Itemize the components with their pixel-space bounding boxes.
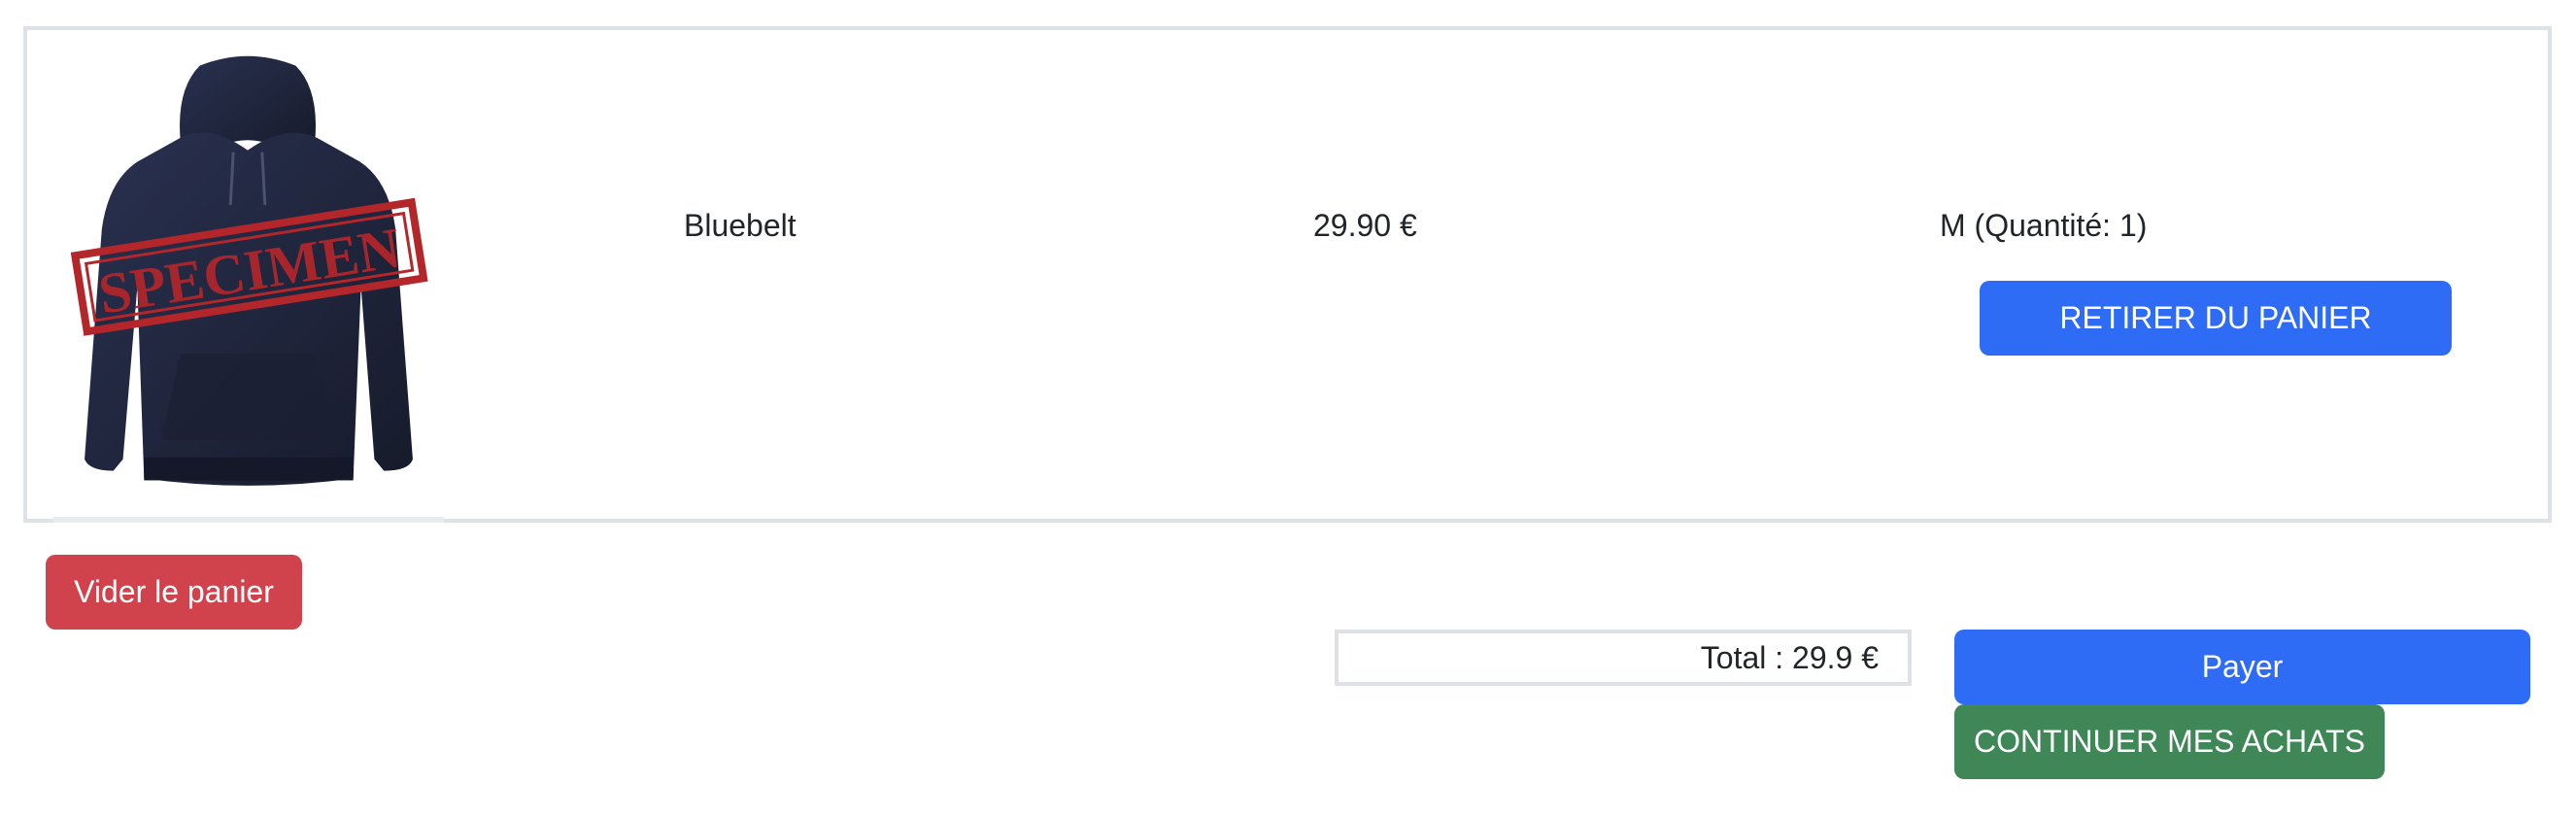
product-price: 29.90 € (1313, 208, 1417, 243)
cart-total: Total : 29.9 € (1335, 630, 1912, 686)
cart-page: SPECIMEN Bluebelt 29.90 € M (Quantité: 1… (0, 0, 2576, 818)
product-name: Bluebelt (684, 208, 797, 243)
empty-cart-button[interactable]: Vider le panier (46, 555, 302, 630)
hoodie-icon: SPECIMEN (70, 55, 428, 486)
continue-shopping-button[interactable]: CONTINUER MES ACHATS (1954, 704, 2385, 779)
cart-item-row: SPECIMEN Bluebelt 29.90 € M (Quantité: 1… (23, 26, 2552, 523)
remove-from-cart-button[interactable]: RETIRER DU PANIER (1980, 281, 2452, 356)
pay-button[interactable]: Payer (1954, 630, 2530, 704)
product-image: SPECIMEN (53, 37, 444, 523)
product-size-quantity: M (Quantité: 1) (1940, 208, 2148, 243)
